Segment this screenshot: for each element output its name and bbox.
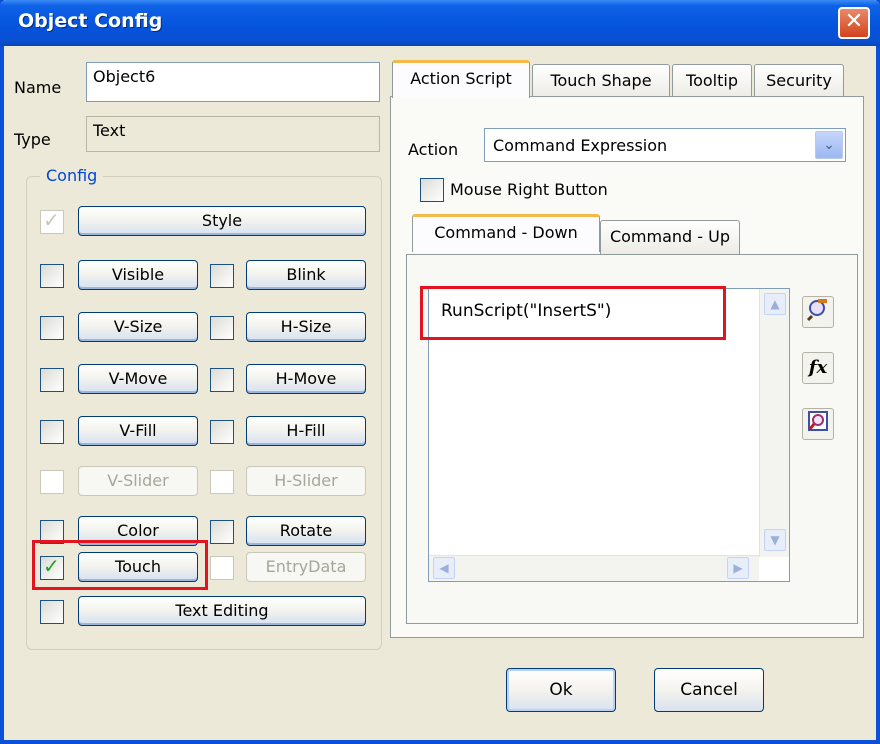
- visible-checkbox[interactable]: [40, 264, 64, 288]
- horizontal-scrollbar[interactable]: ◀ ▶: [429, 555, 759, 581]
- title-bar: Object Config ✕: [0, 0, 880, 46]
- v-move-checkbox[interactable]: [40, 368, 64, 392]
- mouse-right-checkbox[interactable]: [420, 178, 444, 202]
- close-icon: ✕: [844, 9, 864, 34]
- h-slider-checkbox: [210, 470, 234, 494]
- style-checkbox: ✓: [40, 208, 64, 234]
- h-move-checkbox[interactable]: [210, 368, 234, 392]
- rotate-checkbox[interactable]: [210, 520, 234, 544]
- mouse-right-label: Mouse Right Button: [450, 180, 608, 199]
- v-move-button[interactable]: V-Move: [78, 364, 198, 394]
- blink-button[interactable]: Blink: [246, 260, 366, 290]
- style-button[interactable]: Style: [78, 206, 366, 236]
- v-slider-checkbox: [40, 470, 64, 494]
- scroll-up-icon[interactable]: ▲: [764, 293, 786, 315]
- v-fill-checkbox[interactable]: [40, 420, 64, 444]
- tab-tooltip[interactable]: Tooltip: [672, 64, 752, 98]
- name-value: Object6: [93, 67, 156, 86]
- vertical-scrollbar[interactable]: ▲ ▼: [759, 289, 789, 557]
- h-move-button[interactable]: H-Move: [246, 364, 366, 394]
- function-icon-button[interactable]: fx: [802, 352, 834, 384]
- entrydata-checkbox: [210, 556, 234, 580]
- script-highlight-box: [420, 286, 726, 340]
- h-size-button[interactable]: H-Size: [246, 312, 366, 342]
- name-input[interactable]: Object6: [86, 62, 380, 102]
- type-value: Text: [93, 121, 126, 140]
- scroll-right-icon[interactable]: ▶: [727, 557, 749, 579]
- ok-button[interactable]: Ok: [506, 668, 616, 712]
- blink-checkbox[interactable]: [210, 264, 234, 288]
- v-fill-button[interactable]: V-Fill: [78, 416, 198, 446]
- function-icon: fx: [808, 357, 828, 378]
- v-size-button[interactable]: V-Size: [78, 312, 198, 342]
- text-editing-checkbox[interactable]: [40, 600, 64, 624]
- action-label: Action: [408, 140, 459, 159]
- touch-highlight-box: [32, 540, 208, 590]
- visible-button[interactable]: Visible: [78, 260, 198, 290]
- config-legend: Config: [40, 166, 104, 185]
- h-fill-checkbox[interactable]: [210, 420, 234, 444]
- h-size-checkbox[interactable]: [210, 316, 234, 340]
- rotate-button[interactable]: Rotate: [246, 516, 366, 546]
- tab-action-script[interactable]: Action Script: [392, 60, 530, 98]
- close-button[interactable]: ✕: [838, 7, 870, 39]
- cancel-button[interactable]: Cancel: [654, 668, 764, 712]
- tab-security[interactable]: Security: [754, 64, 844, 98]
- v-slider-button: V-Slider: [78, 466, 198, 496]
- chevron-down-icon[interactable]: ⌄: [815, 131, 843, 159]
- scroll-left-icon[interactable]: ◀: [433, 557, 455, 579]
- text-editing-button[interactable]: Text Editing: [78, 596, 366, 626]
- tab-command-up[interactable]: Command - Up: [600, 220, 740, 254]
- type-label: Type: [14, 130, 51, 149]
- name-label: Name: [14, 78, 62, 97]
- tab-touch-shape[interactable]: Touch Shape: [532, 64, 670, 98]
- action-selected-value: Command Expression: [493, 136, 668, 155]
- search-icon: [806, 299, 827, 322]
- scroll-down-icon[interactable]: ▼: [764, 529, 786, 551]
- window-title: Object Config: [18, 10, 163, 32]
- zoom-icon: [808, 411, 828, 431]
- action-select[interactable]: Command Expression ⌄: [484, 128, 846, 162]
- dialog-window: Object Config ✕ Name Object6 Type Text C…: [0, 0, 880, 744]
- type-field: Text: [86, 116, 380, 152]
- h-slider-button: H-Slider: [246, 466, 366, 496]
- search-icon-button[interactable]: [802, 296, 834, 328]
- h-fill-button[interactable]: H-Fill: [246, 416, 366, 446]
- v-size-checkbox[interactable]: [40, 316, 64, 340]
- entrydata-button: EntryData: [246, 552, 366, 582]
- zoom-icon-button[interactable]: [802, 408, 834, 440]
- tab-command-down[interactable]: Command - Down: [412, 214, 600, 252]
